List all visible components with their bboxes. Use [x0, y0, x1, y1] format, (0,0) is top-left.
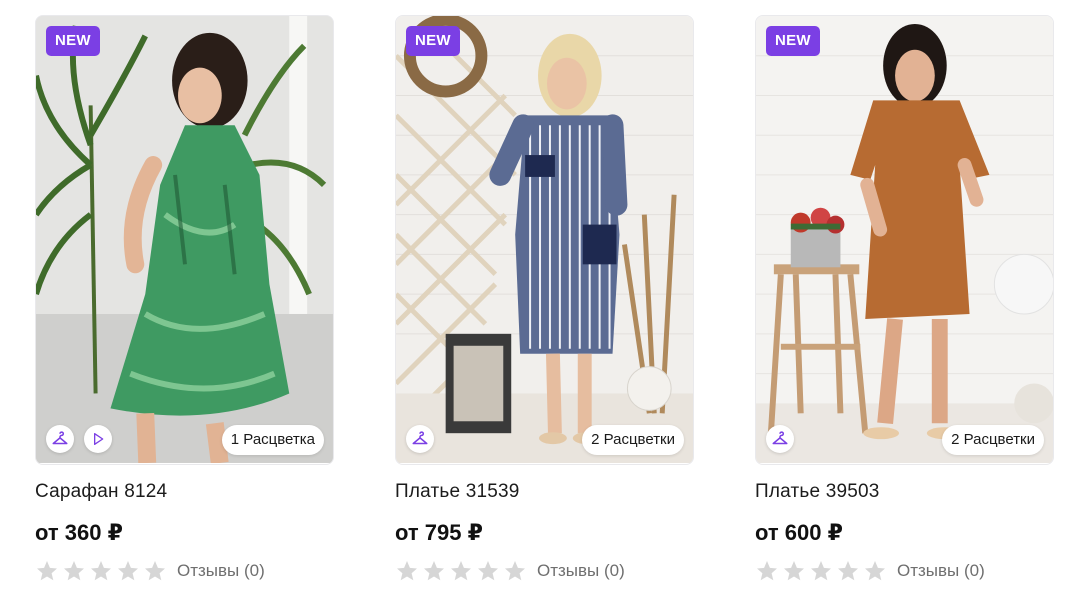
color-variants-badge[interactable]: 2 Расцветки	[582, 425, 684, 455]
product-card[interactable]: NEW 2 Расцветки Платье 31539 от 795 ₽ От…	[395, 15, 694, 583]
star-icon	[397, 561, 417, 581]
new-badge: NEW	[406, 26, 460, 56]
product-card[interactable]: NEW 1 Расцветка Сарафан 8124 от 360 ₽ От…	[35, 15, 334, 583]
play-video-icon[interactable]	[84, 425, 112, 453]
star-icon	[91, 561, 111, 581]
new-badge: NEW	[46, 26, 100, 56]
rating-stars[interactable]	[755, 559, 887, 583]
reviews-link[interactable]: Отзывы (0)	[177, 561, 265, 581]
star-icon	[424, 561, 444, 581]
product-image-link[interactable]: NEW 1 Расцветка	[35, 15, 334, 465]
star-icon	[757, 561, 777, 581]
star-icon	[478, 561, 498, 581]
star-icon	[37, 561, 57, 581]
product-card[interactable]: NEW 2 Расцветки Платье 39503 от 600 ₽ От…	[755, 15, 1054, 583]
star-icon	[145, 561, 165, 581]
rating-row: Отзывы (0)	[755, 559, 1054, 583]
new-badge: NEW	[766, 26, 820, 56]
star-icon	[865, 561, 885, 581]
star-icon	[838, 561, 858, 581]
hanger-icon[interactable]	[766, 425, 794, 453]
reviews-link[interactable]: Отзывы (0)	[897, 561, 985, 581]
product-photo	[396, 16, 693, 463]
reviews-link[interactable]: Отзывы (0)	[537, 561, 625, 581]
color-variants-badge[interactable]: 1 Расцветка	[221, 425, 324, 455]
product-title[interactable]: Платье 39503	[755, 481, 1054, 503]
star-icon	[64, 561, 84, 581]
color-variants-badge[interactable]: 2 Расцветки	[942, 425, 1044, 455]
star-icon	[784, 561, 804, 581]
rating-row: Отзывы (0)	[395, 559, 694, 583]
product-title[interactable]: Платье 31539	[395, 481, 694, 503]
star-icon	[118, 561, 138, 581]
rating-stars[interactable]	[395, 559, 527, 583]
star-icon	[811, 561, 831, 581]
hanger-icon[interactable]	[406, 425, 434, 453]
product-image-link[interactable]: NEW 2 Расцветки	[755, 15, 1054, 465]
star-icon	[451, 561, 471, 581]
product-price: от 795 ₽	[395, 520, 483, 545]
product-price: от 360 ₽	[35, 520, 123, 545]
hanger-icon[interactable]	[46, 425, 74, 453]
rating-row: Отзывы (0)	[35, 559, 334, 583]
product-title[interactable]: Сарафан 8124	[35, 481, 334, 503]
product-grid: NEW 1 Расцветка Сарафан 8124 от 360 ₽ От…	[35, 15, 1054, 583]
product-photo	[756, 16, 1053, 463]
product-price: от 600 ₽	[755, 520, 843, 545]
rating-stars[interactable]	[35, 559, 167, 583]
product-image-link[interactable]: NEW 2 Расцветки	[395, 15, 694, 465]
star-icon	[505, 561, 525, 581]
product-photo	[36, 16, 333, 463]
